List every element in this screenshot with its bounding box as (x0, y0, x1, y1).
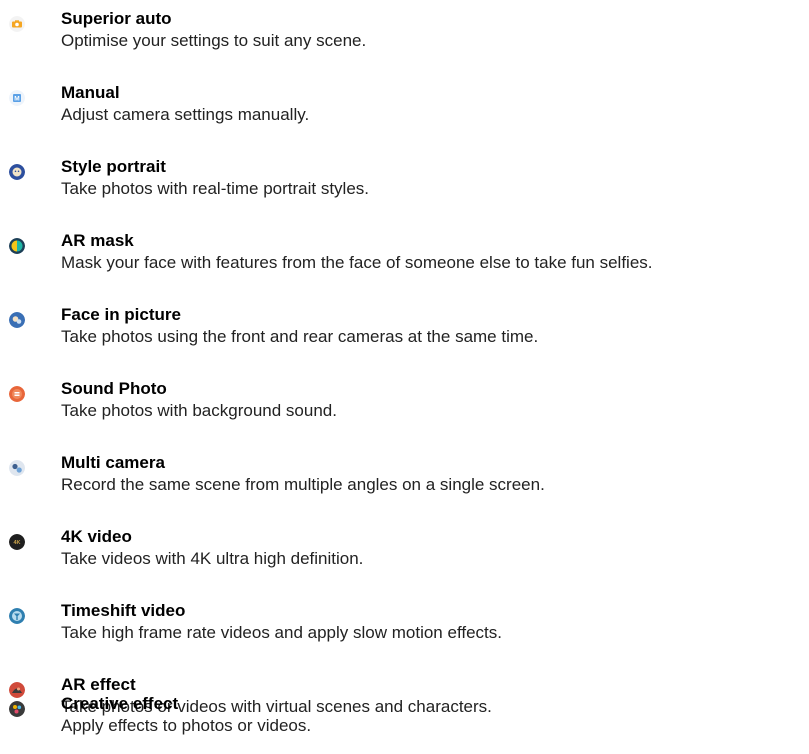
creative-effect-icon (9, 701, 25, 717)
mode-item-ar-mask: AR mask Mask your face with features fro… (0, 231, 809, 291)
mode-title: Creative effect (61, 694, 179, 713)
4k-video-icon: 4K (9, 534, 25, 550)
svg-text:4K: 4K (13, 540, 20, 546)
ar-mask-icon (9, 238, 25, 254)
superior-auto-icon (9, 16, 25, 32)
mode-item-multi-camera: Multi camera Record the same scene from … (0, 453, 809, 513)
mode-description: Record the same scene from multiple angl… (61, 475, 545, 494)
manual-icon: M (9, 90, 25, 106)
timeshift-video-icon (9, 608, 25, 624)
mode-title: Multi camera (61, 453, 165, 472)
mode-title: AR mask (61, 231, 134, 250)
mode-description: Take photos using the front and rear cam… (61, 327, 539, 346)
mode-item-style-portrait: Style portrait Take photos with real-tim… (0, 157, 809, 217)
mode-item-face-in-picture: Face in picture Take photos using the fr… (0, 305, 809, 365)
mode-title: Timeshift video (61, 601, 186, 620)
mode-item-4k-video: 4K 4K video Take videos with 4K ultra hi… (0, 527, 809, 587)
mode-description: Mask your face with features from the fa… (61, 253, 653, 272)
mode-description: Apply effects to photos or videos. (61, 716, 312, 735)
mode-description: Take high frame rate videos and apply sl… (61, 623, 502, 642)
style-portrait-icon (9, 164, 25, 180)
mode-item-timeshift-video: Timeshift video Take high frame rate vid… (0, 601, 809, 661)
mode-title: Manual (61, 83, 120, 102)
mode-title: 4K video (61, 527, 132, 546)
mode-description: Take photos with background sound. (61, 401, 337, 420)
mode-title: Superior auto (61, 9, 172, 28)
mode-title: Style portrait (61, 157, 166, 176)
mode-description: Take videos with 4K ultra high definitio… (61, 549, 364, 568)
mode-item-superior-auto: Superior auto Optimise your settings to … (0, 9, 809, 69)
mode-description: Take photos with real-time portrait styl… (61, 179, 370, 198)
mode-item-manual: M Manual Adjust camera settings manually… (0, 83, 809, 143)
mode-description: Adjust camera settings manually. (61, 105, 310, 124)
mode-item-creative-effect: Creative effect Apply effects to photos … (0, 694, 809, 754)
svg-text:M: M (14, 96, 19, 103)
sound-photo-icon (9, 386, 25, 402)
mode-item-sound-photo: Sound Photo Take photos with background … (0, 379, 809, 439)
mode-title: Sound Photo (61, 379, 167, 398)
mode-title: Face in picture (61, 305, 181, 324)
multi-camera-icon (9, 460, 25, 476)
mode-description: Optimise your settings to suit any scene… (61, 31, 367, 50)
face-in-picture-icon (9, 312, 25, 328)
mode-title: AR effect (61, 675, 136, 694)
